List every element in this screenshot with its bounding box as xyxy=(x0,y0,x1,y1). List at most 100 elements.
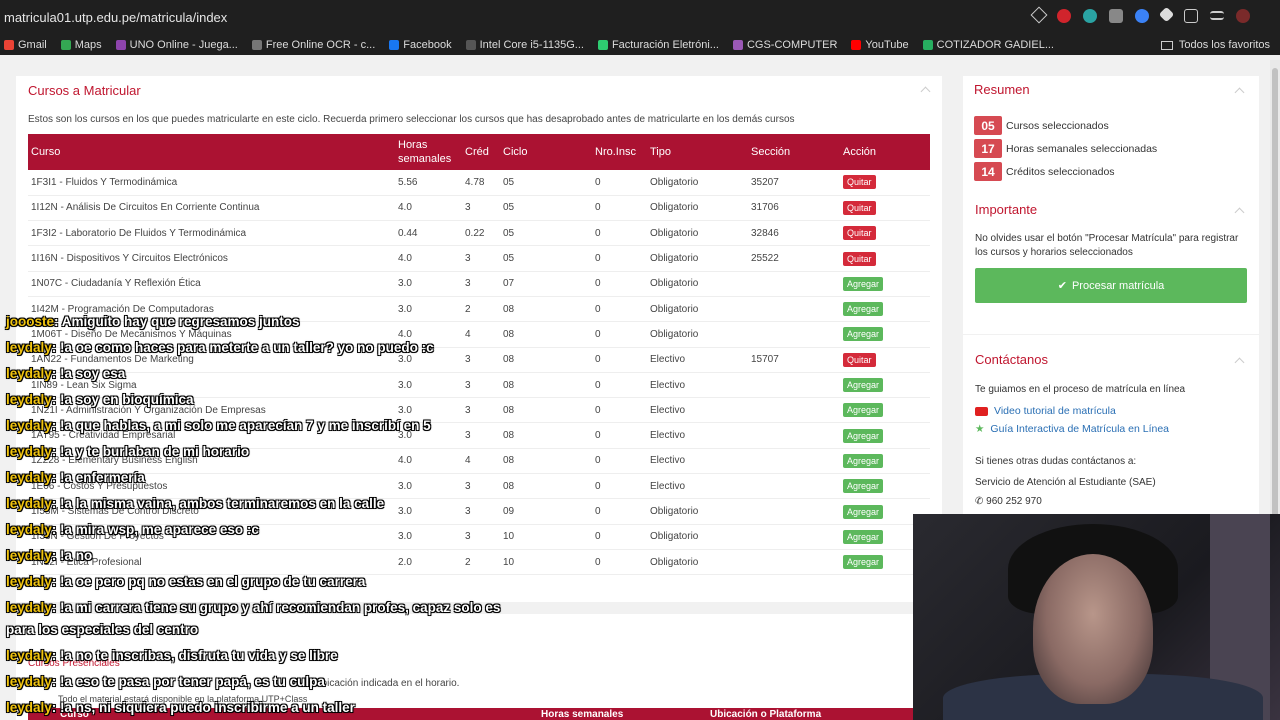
add-course-button[interactable]: Agregar xyxy=(843,403,884,418)
add-course-button[interactable]: Agregar xyxy=(843,479,884,494)
process-enrollment-button[interactable]: ✔ Procesar matrícula xyxy=(975,268,1247,303)
chat-username: joooste xyxy=(6,314,55,329)
cell-accion: Quitar xyxy=(840,347,930,372)
chat-username: leydaly xyxy=(6,574,52,589)
chat-username: leydaly xyxy=(6,600,52,615)
cell-seccion xyxy=(748,474,840,499)
add-course-button[interactable]: Agregar xyxy=(843,428,884,443)
cell-tipo: Electivo xyxy=(650,430,686,442)
summary-stat: 05 Cursos seleccionados xyxy=(974,116,1157,135)
add-course-button[interactable]: Agregar xyxy=(843,453,884,468)
star-icon[interactable] xyxy=(1030,6,1048,24)
chat-text: : !a soy esa xyxy=(51,366,126,381)
profile-avatar[interactable] xyxy=(1236,9,1250,23)
add-course-button[interactable]: Agregar xyxy=(843,302,884,317)
bookmark-item[interactable]: COTIZADOR GADIEL... xyxy=(922,39,1054,51)
cell-ciclo: 05 xyxy=(503,202,515,214)
cell-horas: 2.0 xyxy=(398,556,412,568)
contact-title: Contáctanos xyxy=(975,352,1048,367)
cell-horas: 0.44 xyxy=(398,227,418,239)
cell-cred: 3 xyxy=(465,202,471,214)
collapse-chevron-icon[interactable] xyxy=(920,86,931,97)
youtube-icon xyxy=(975,406,988,416)
bookmark-item[interactable]: UNO Online - Juega... xyxy=(115,39,238,51)
chat-text: : !a mi carrera tiene su grupo y ahí rec… xyxy=(51,600,501,615)
chat-message: joooste: Amiguito hay que regresamos jun… xyxy=(6,314,300,329)
bookmark-label: Gmail xyxy=(18,39,47,51)
all-bookmarks[interactable]: Todos los favoritos xyxy=(1160,39,1270,51)
cell-accion: Agregar xyxy=(840,474,930,499)
chat-username: leydaly xyxy=(6,496,52,511)
cell-tipo: Obligatorio xyxy=(650,531,699,543)
cell-ciclo: 05 xyxy=(503,176,515,188)
bookmark-item[interactable]: Gmail xyxy=(4,39,47,51)
extension-teal-icon[interactable] xyxy=(1083,9,1097,23)
video-tutorial-link[interactable]: Video tutorial de matrícula xyxy=(975,405,1116,417)
cell-nro: 0 xyxy=(595,480,601,492)
chat-message: leydaly: !a y te burlaban de mi horario xyxy=(6,444,249,459)
cell-ciclo: 08 xyxy=(503,404,515,416)
add-course-button[interactable]: Agregar xyxy=(843,529,884,544)
summary-stats: 05 Cursos seleccionados 17 Horas semanales … xyxy=(974,116,1157,185)
extension-white-icon[interactable] xyxy=(1158,6,1175,23)
remove-course-button[interactable]: Quitar xyxy=(843,200,876,215)
menu-icon[interactable] xyxy=(1210,11,1224,20)
bookmark-item[interactable]: CGS-COMPUTER xyxy=(732,39,838,51)
contact-chevron-icon[interactable] xyxy=(1234,357,1245,368)
add-course-button[interactable]: Agregar xyxy=(843,378,884,393)
remove-course-button[interactable]: Quitar xyxy=(843,251,876,266)
important-chevron-icon[interactable] xyxy=(1234,207,1245,218)
remove-course-button[interactable]: Quitar xyxy=(843,175,876,190)
bookmark-item[interactable]: Free Online OCR - c... xyxy=(251,39,375,51)
chat-text: : !a oe como haces para meterte a un tal… xyxy=(51,340,434,355)
remove-course-button[interactable]: Quitar xyxy=(843,226,876,241)
add-course-button[interactable]: Agregar xyxy=(843,327,884,342)
chat-username: leydaly xyxy=(6,340,52,355)
chat-text: : !a soy en bioquímica xyxy=(51,392,194,407)
chat-text: : !a y te burlaban de mi horario xyxy=(51,444,250,459)
remove-course-button[interactable]: Quitar xyxy=(843,352,876,367)
chat-message: leydaly: !a no te inscribas, disfruta tu… xyxy=(6,648,338,663)
extension-red-icon[interactable] xyxy=(1057,9,1071,23)
bookmark-item[interactable]: Maps xyxy=(60,39,102,51)
extension-blue-icon[interactable] xyxy=(1135,9,1149,23)
bookmark-favicon-icon xyxy=(732,40,743,50)
chat-message: leydaly: !a oe como haces para meterte a… xyxy=(6,340,434,355)
bookmark-label: Maps xyxy=(74,39,102,51)
bookmark-favicon-icon xyxy=(60,40,71,50)
stat-label: Créditos seleccionados xyxy=(1006,165,1115,178)
cell-accion: Quitar xyxy=(840,170,930,195)
bookmark-item[interactable]: Facturación Eletróni... xyxy=(597,39,719,51)
add-course-button[interactable]: Agregar xyxy=(843,504,884,519)
cell-accion: Quitar xyxy=(840,246,930,271)
cell-seccion xyxy=(748,322,840,347)
bookmark-item[interactable]: Facebook xyxy=(389,39,452,51)
add-course-button[interactable]: Agregar xyxy=(843,555,884,570)
cell-tipo: Obligatorio xyxy=(650,506,699,517)
extensions-puzzle-icon[interactable] xyxy=(1184,9,1198,23)
cell-tipo: Obligatorio xyxy=(650,303,699,315)
cell-cred: 3 xyxy=(465,506,471,517)
chat-message: para los especiales del centro xyxy=(6,622,198,637)
col-curso: Curso xyxy=(31,146,61,158)
all-bookmarks-label: Todos los favoritos xyxy=(1178,39,1270,51)
bookmark-item[interactable]: Intel Core i5-1135G... xyxy=(465,39,584,51)
cell-ciclo: 08 xyxy=(503,430,515,442)
chat-username: leydaly xyxy=(6,366,52,381)
address-bar[interactable]: matricula01.utp.edu.pe/matricula/index xyxy=(0,0,1280,35)
url-text[interactable]: matricula01.utp.edu.pe/matricula/index xyxy=(4,10,227,25)
cell-nro: 0 xyxy=(595,455,601,467)
extension-gray-icon[interactable] xyxy=(1109,9,1123,23)
interactive-guide-link[interactable]: ★ Guía Interactiva de Matrícula en Línea xyxy=(975,423,1169,435)
add-course-button[interactable]: Agregar xyxy=(843,276,884,291)
cell-seccion xyxy=(748,372,840,397)
bookmark-label: CGS-COMPUTER xyxy=(746,39,838,51)
extension-icons xyxy=(1030,6,1250,24)
summary-chevron-icon[interactable] xyxy=(1234,87,1245,98)
cell-seccion: 31706 xyxy=(751,202,779,214)
cell-horas: 3.0 xyxy=(398,506,412,517)
bookmark-item[interactable]: YouTube xyxy=(851,39,909,51)
summary-title: Resumen xyxy=(974,82,1030,97)
cell-ciclo: 07 xyxy=(503,278,515,290)
chat-message: leydaly: !a mi carrera tiene su grupo y … xyxy=(6,600,500,615)
